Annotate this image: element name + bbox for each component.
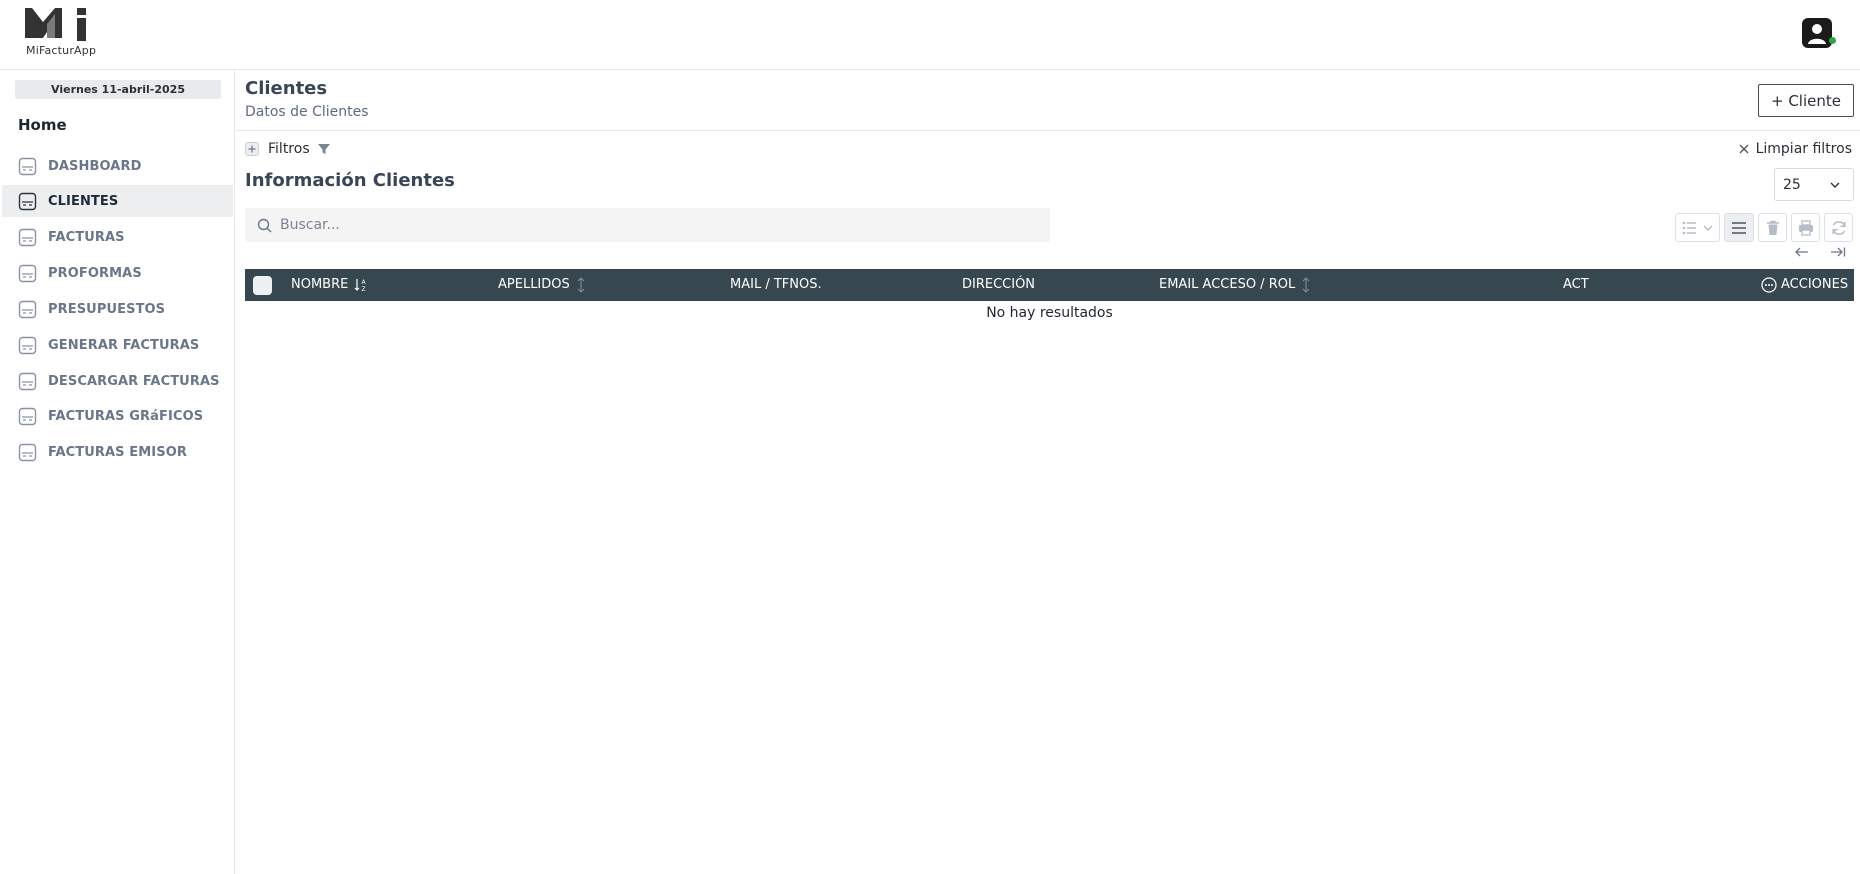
search-input[interactable] bbox=[280, 217, 1040, 233]
top-bar: MiFacturApp bbox=[0, 0, 1860, 70]
home-heading[interactable]: Home bbox=[18, 116, 67, 134]
sidebar-item-label: DASHBOARD bbox=[48, 158, 142, 174]
clear-filters-label: Limpiar filtros bbox=[1755, 141, 1852, 157]
sidebar-item-facturas-emisor[interactable]: FACTURAS EMISOR bbox=[2, 436, 233, 468]
tray-icon bbox=[18, 264, 37, 282]
column-header-apellidos[interactable]: APELLIDOS bbox=[498, 269, 586, 301]
sidebar-item-proformas[interactable]: PROFORMAS bbox=[2, 257, 233, 289]
sidebar-item-facturas[interactable]: FACTURAS bbox=[2, 221, 233, 253]
arrow-right-end-icon[interactable] bbox=[1830, 246, 1846, 258]
main-content: Clientes Datos de Clientes + Cliente Fil… bbox=[236, 70, 1860, 874]
column-header-email-rol[interactable]: EMAIL ACCESO / ROL bbox=[1159, 269, 1311, 301]
sidebar-item-dashboard[interactable]: DASHBOARD bbox=[2, 150, 233, 182]
sidebar-item-generar-facturas[interactable]: GENERAR FACTURAS bbox=[2, 329, 233, 361]
refresh-icon bbox=[1831, 220, 1846, 235]
sidebar-item-label: PRESUPUESTOS bbox=[48, 301, 166, 317]
sidebar-item-label: GENERAR FACTURAS bbox=[48, 337, 200, 353]
trash-icon bbox=[1766, 220, 1779, 235]
sidebar-item-descargar-facturas[interactable]: DESCARGAR FACTURAS bbox=[2, 365, 233, 397]
column-label: ACT bbox=[1563, 277, 1589, 292]
online-status-dot bbox=[1829, 37, 1836, 44]
chevron-down-icon bbox=[1703, 225, 1712, 231]
current-date: Viernes 11-abril-2025 bbox=[15, 80, 221, 99]
svg-text:Z: Z bbox=[362, 286, 366, 292]
sidebar-item-label: FACTURAS GRáFICOS bbox=[48, 408, 204, 424]
column-header-act: ACT bbox=[1563, 269, 1589, 301]
filter-funnel-icon bbox=[317, 144, 330, 154]
tray-icon bbox=[18, 336, 37, 354]
sort-icon bbox=[577, 277, 585, 293]
printer-icon bbox=[1798, 219, 1813, 236]
filters-label: Filtros bbox=[268, 141, 310, 157]
app-logo-text: MiFacturApp bbox=[26, 44, 97, 57]
search-icon bbox=[257, 218, 272, 232]
clear-filters-button[interactable]: Limpiar filtros bbox=[1739, 137, 1852, 161]
sidebar-item-facturas-graficos[interactable]: FACTURAS GRáFICOS bbox=[2, 400, 233, 432]
sidebar-item-label: PROFORMAS bbox=[48, 265, 142, 281]
sidebar-item-label: CLIENTES bbox=[48, 193, 119, 209]
add-client-button[interactable]: + Cliente bbox=[1758, 84, 1854, 117]
density-button[interactable] bbox=[1724, 213, 1754, 242]
close-icon bbox=[1739, 144, 1749, 154]
refresh-button[interactable] bbox=[1824, 213, 1853, 242]
column-label: ACCIONES bbox=[1781, 277, 1849, 292]
tray-icon bbox=[18, 157, 37, 175]
column-label: NOMBRE bbox=[291, 277, 349, 292]
menu-lines-icon bbox=[1732, 221, 1746, 234]
filters-toggle[interactable]: Filtros bbox=[245, 137, 331, 161]
column-header-mail: MAIL / TFNOS. bbox=[730, 269, 822, 301]
chevron-down-icon bbox=[1830, 182, 1840, 188]
page-title: Clientes bbox=[245, 78, 328, 99]
sidebar-item-label: DESCARGAR FACTURAS bbox=[48, 373, 220, 389]
column-label: DIRECCIÓN bbox=[962, 277, 1036, 292]
section-title: Información Clientes bbox=[245, 170, 455, 191]
tray-icon bbox=[18, 192, 37, 210]
tray-icon bbox=[18, 228, 37, 246]
column-header-nombre[interactable]: NOMBRE AZ bbox=[291, 269, 368, 301]
column-header-acciones: ACCIONES bbox=[1761, 269, 1848, 301]
list-icon bbox=[1682, 221, 1696, 234]
empty-table-message: No hay resultados bbox=[986, 305, 1113, 321]
sort-icon bbox=[1302, 277, 1310, 293]
tray-icon bbox=[18, 407, 37, 425]
clients-table: NOMBRE AZ APELLIDOS MAIL / TFNOS. DIRECC… bbox=[245, 269, 1854, 321]
user-account-icon[interactable] bbox=[1800, 16, 1834, 50]
page-header: Clientes Datos de Clientes + Cliente bbox=[236, 70, 1860, 131]
page-subtitle: Datos de Clientes bbox=[245, 104, 369, 120]
delete-button[interactable] bbox=[1758, 213, 1787, 242]
select-all-checkbox[interactable] bbox=[253, 276, 272, 295]
column-label: EMAIL ACCESO / ROL bbox=[1159, 277, 1296, 292]
sidebar-item-clientes[interactable]: CLIENTES bbox=[2, 185, 233, 217]
page-size-select[interactable]: 25 bbox=[1774, 168, 1854, 201]
sort-ascending-icon: AZ bbox=[354, 279, 367, 292]
tray-icon bbox=[18, 443, 37, 461]
print-button[interactable] bbox=[1791, 213, 1820, 242]
tray-icon bbox=[18, 300, 37, 318]
sidebar-item-presupuestos[interactable]: PRESUPUESTOS bbox=[2, 293, 233, 325]
table-header: NOMBRE AZ APELLIDOS MAIL / TFNOS. DIRECC… bbox=[245, 269, 1854, 301]
column-list-dropdown-button[interactable] bbox=[1675, 213, 1720, 242]
sidebar: Viernes 11-abril-2025 Home DASHBOARD CLI… bbox=[0, 70, 235, 874]
page-size-value: 25 bbox=[1783, 176, 1801, 193]
search-bar bbox=[245, 208, 1050, 242]
column-header-direccion: DIRECCIÓN bbox=[962, 269, 1035, 301]
sidebar-item-label: FACTURAS EMISOR bbox=[48, 444, 187, 460]
svg-text:A: A bbox=[362, 279, 367, 286]
more-options-icon bbox=[1761, 277, 1777, 293]
plus-box-icon bbox=[245, 142, 259, 156]
sidebar-item-label: FACTURAS bbox=[48, 229, 125, 245]
column-label: APELLIDOS bbox=[498, 277, 570, 292]
arrow-left-icon[interactable] bbox=[1794, 246, 1810, 258]
tray-icon bbox=[18, 372, 37, 390]
column-label: MAIL / TFNOS. bbox=[730, 277, 822, 292]
